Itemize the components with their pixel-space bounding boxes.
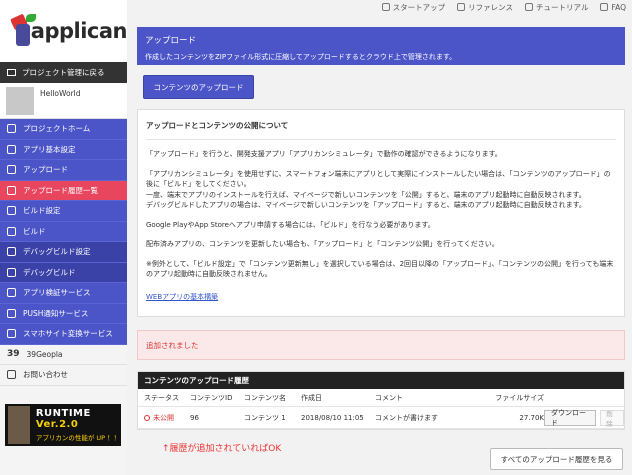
status-badge: 未公開	[138, 413, 190, 423]
col-id: コンテンツID	[190, 393, 233, 402]
web-app-guide-link[interactable]: WEBアプリの基本構築	[146, 292, 218, 302]
col-comment: コメント	[375, 393, 403, 402]
build-icon	[7, 226, 16, 236]
logo[interactable]: applican	[0, 0, 128, 62]
push-icon	[7, 308, 16, 318]
col-size: ファイルサイズ	[495, 393, 544, 402]
banner-photo	[8, 406, 30, 444]
delete-button[interactable]: 削除	[600, 409, 624, 428]
gear-icon	[7, 144, 16, 154]
cell-comment: コメントが書けます	[375, 413, 438, 422]
sidebar-item-build[interactable]: ビルド	[0, 222, 127, 242]
banner-title: RUNTIME	[35, 408, 91, 419]
sidebar-nav: プロジェクトホーム アプリ基本設定 アップロード アップロード履歴一覧 ビルド設…	[0, 119, 127, 386]
project-name: HelloWorld	[40, 89, 81, 98]
page-header: アップロード 作成したコンテンツをZIPファイル形式に圧縮してアップロードすると…	[137, 27, 625, 65]
39-icon: 39	[7, 349, 20, 360]
wrench-icon	[7, 288, 16, 298]
sidebar-item-39geopla[interactable]: 39 39Geopla	[0, 344, 127, 365]
upload-contents-button[interactable]: コンテンツのアップロード	[143, 75, 254, 99]
table-row: 未公開 96 コンテンツ 1 2018/08/10 11:05 コメントが書けま…	[138, 407, 624, 429]
sidebar-item-push[interactable]: PUSH通知サービス	[0, 304, 127, 324]
success-alert: 追加されました	[137, 330, 625, 360]
debug-settings-icon	[7, 247, 16, 257]
mail-icon	[7, 370, 16, 380]
info-title: アップロードとコンテンツの公開について	[146, 110, 616, 140]
sidebar-item-upload-history[interactable]: アップロード履歴一覧	[0, 180, 127, 201]
info-paragraph: 「アップロード」を行うと、開発支援アプリ「アプリカンシミュレータ」で動作の確認が…	[146, 150, 502, 158]
sidebar-item-project-home[interactable]: プロジェクトホーム	[0, 119, 127, 140]
build-settings-icon	[7, 206, 16, 216]
monitor-icon	[7, 69, 16, 76]
sidebar-item-app-verification[interactable]: アプリ検証サービス	[0, 283, 127, 304]
sidebar-item-debug-build[interactable]: デバッグビルド	[0, 262, 127, 283]
sidebar-item-app-settings[interactable]: アプリ基本設定	[0, 140, 127, 160]
phone-icon	[7, 329, 16, 339]
topnav-faq[interactable]: FAQ	[600, 3, 626, 12]
table-header: ステータス コンテンツID コンテンツ名 作成日 コメント ファイルサイズ	[138, 389, 624, 407]
question-icon	[600, 3, 609, 11]
topnav-startup[interactable]: スタートアップ	[381, 2, 445, 13]
info-paragraph: Google PlayやApp Storeへアプリ申請する場合には、「ビルド」を…	[146, 220, 435, 229]
main-content: アップロード 作成したコンテンツをZIPファイル形式に圧縮してアップロードすると…	[137, 27, 625, 430]
annotation-note: ↑履歴が追加されていればOK	[162, 444, 282, 454]
sidebar-item-contact[interactable]: お問い合わせ	[0, 365, 127, 386]
project-info: HelloWorld	[0, 83, 127, 119]
home-icon	[381, 3, 390, 11]
cell-name: コンテンツ 1	[244, 413, 286, 422]
debug-build-icon	[7, 267, 16, 277]
banner-version: Ver.2.0	[35, 419, 79, 430]
runtime-banner[interactable]: RUNTIME Ver.2.0 アプリカンの性能が UP ！！	[5, 404, 121, 446]
sidebar-item-build-settings[interactable]: ビルド設定	[0, 201, 127, 222]
page-subtitle: 作成したコンテンツをZIPファイル形式に圧縮してアップロードするとクラウド上で管…	[145, 53, 457, 61]
history-title: コンテンツのアップロード履歴	[138, 372, 624, 389]
sidebar-item-debug-build-settings[interactable]: デバッグビルド設定	[0, 242, 127, 263]
graduation-icon	[525, 3, 534, 11]
project-thumbnail	[6, 87, 34, 115]
topnav-tutorial[interactable]: チュートリアル	[525, 2, 588, 13]
history-icon	[7, 185, 16, 195]
banner-subtitle: アプリカンの性能が UP ！！	[35, 434, 121, 442]
cell-size: 27.70K	[519, 413, 544, 422]
info-paragraph: 「アプリカンシミュレータ」を使用せずに、スマートフォン端末にアプリとして実際にイ…	[146, 169, 611, 210]
sidebar: applican プロジェクト管理に戻る HelloWorld プロジェクトホー…	[0, 0, 128, 475]
upload-history-table: コンテンツのアップロード履歴 ステータス コンテンツID コンテンツ名 作成日 …	[137, 371, 625, 430]
upload-icon	[7, 165, 16, 175]
applican-logo-icon	[10, 13, 36, 48]
info-panel: アップロードとコンテンツの公開について 「アップロード」を行うと、開発支援アプリ…	[137, 109, 625, 317]
col-status: ステータス	[144, 393, 179, 402]
info-paragraph: 配布済みアプリの、コンテンツを更新したい場合も、「アップロード」と「コンテンツ公…	[146, 240, 499, 248]
book-icon	[457, 3, 466, 11]
info-paragraph: ※例外として、「ビルド設定」で「コンテンツ更新無し」を選択している場合は、2回目…	[146, 259, 614, 279]
view-all-history-button[interactable]: すべてのアップロード履歴を見る	[490, 448, 623, 470]
col-date: 作成日	[301, 393, 322, 402]
download-button[interactable]: ダウンロード	[544, 409, 597, 427]
cell-id: 96	[190, 413, 199, 422]
page-title: アップロード	[145, 36, 197, 46]
logo-text: applican	[30, 19, 128, 43]
col-name: コンテンツ名	[244, 393, 286, 402]
cell-date: 2018/08/10 11:05	[301, 413, 364, 422]
cube-icon	[7, 124, 16, 134]
back-to-projects-button[interactable]: プロジェクト管理に戻る	[0, 62, 127, 83]
sidebar-item-smartphone-convert[interactable]: スマホサイト変換サービス	[0, 324, 127, 345]
circle-icon	[144, 414, 150, 421]
top-nav: スタートアップ リファレンス チュートリアル FAQ	[128, 0, 632, 14]
topnav-reference[interactable]: リファレンス	[457, 2, 513, 13]
sidebar-item-upload[interactable]: アップロード	[0, 160, 127, 181]
